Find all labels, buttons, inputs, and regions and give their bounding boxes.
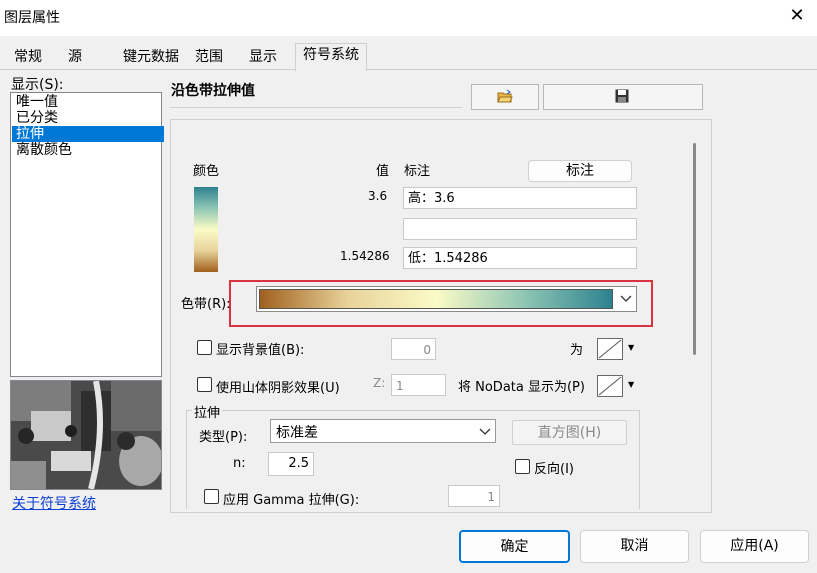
high-label-field[interactable]: 高：3.6 [403, 187, 637, 209]
about-symbology-link[interactable]: 关于符号系统 [12, 493, 96, 513]
tab-extent[interactable]: 范围 [191, 46, 227, 68]
cancel-button[interactable]: 取消 [580, 530, 689, 563]
list-item[interactable]: 唯一值 [15, 94, 58, 110]
save-button[interactable] [543, 84, 703, 110]
symbology-preview-image [10, 380, 162, 490]
floppy-disk-icon [615, 89, 629, 103]
mid-label-field[interactable] [403, 218, 637, 240]
tab-key-metadata[interactable]: 键元数据 [119, 46, 183, 68]
color-ramp-label: 色带(R): [181, 297, 231, 312]
invert-label: 反向(I) [534, 462, 574, 477]
list-item[interactable]: 已分类 [15, 110, 58, 126]
histogram-button[interactable]: 直方图(H) [512, 420, 627, 445]
list-item-selected[interactable]: 拉伸 [12, 126, 164, 142]
hillshade-checkbox[interactable] [197, 377, 212, 392]
z-value-field[interactable]: 1 [391, 374, 446, 396]
tab-symbology[interactable]: 符号系统 [295, 43, 367, 71]
as-label: 为 [570, 343, 584, 358]
color-ramp-select[interactable] [256, 286, 637, 312]
color-ramp-swatch [259, 289, 613, 309]
gamma-checkbox[interactable] [204, 489, 219, 504]
low-label-field[interactable]: 低：1.54286 [403, 247, 637, 269]
list-item[interactable]: 离散颜色 [15, 142, 72, 158]
close-icon[interactable]: ✕ [787, 6, 807, 26]
chevron-down-icon [620, 295, 632, 302]
window-title: 图层属性 [4, 10, 60, 26]
tab-strip-divider [0, 69, 817, 70]
background-checkbox[interactable] [197, 340, 212, 355]
label-header: 标注 [404, 164, 431, 179]
n-value-field[interactable]: 2.5 [268, 452, 314, 476]
label-button[interactable]: 标注 [528, 160, 632, 182]
nodata-color-swatch[interactable] [597, 375, 623, 397]
value-header: 值 [376, 164, 390, 179]
stretch-type-value: 标准差 [276, 425, 318, 441]
apply-button[interactable]: 应用(A) [700, 530, 809, 563]
chevron-down-icon[interactable]: ▼ [628, 380, 634, 389]
chevron-down-icon [479, 428, 491, 435]
color-ramp-preview [194, 187, 218, 272]
ok-button[interactable]: 确定 [459, 530, 570, 563]
chevron-down-icon[interactable]: ▼ [628, 343, 634, 352]
hillshade-label: 使用山体阴影效果(U) [216, 381, 340, 396]
high-value: 3.6 [368, 189, 388, 203]
z-label: Z: [373, 376, 386, 390]
open-button[interactable] [471, 84, 539, 110]
invert-checkbox[interactable] [515, 459, 530, 474]
stretch-group-label: 拉伸 [192, 402, 223, 421]
section-title: 沿色带拉伸值 [171, 83, 255, 99]
n-label: n: [233, 456, 246, 471]
color-header: 颜色 [193, 164, 220, 179]
show-label: 显示(S): [11, 77, 64, 93]
tab-general[interactable]: 常规 [10, 46, 46, 68]
background-label: 显示背景值(B): [216, 343, 305, 358]
background-value-field[interactable]: 0 [391, 338, 436, 360]
render-type-list[interactable]: 唯一值 已分类 拉伸 离散颜色 [10, 92, 164, 377]
low-value: 1.54286 [340, 249, 390, 263]
nodata-label: 将 NoData 显示为(P) [458, 380, 585, 395]
title-bar [0, 0, 817, 36]
gamma-value-field[interactable]: 1 [448, 485, 500, 507]
stretch-type-select[interactable]: 标准差 [270, 419, 496, 443]
background-color-swatch[interactable] [597, 338, 623, 360]
dialog-footer [0, 513, 817, 573]
stretch-type-label: 类型(P): [199, 430, 248, 445]
section-title-underline [170, 107, 462, 108]
folder-open-icon [497, 89, 513, 103]
gamma-label: 应用 Gamma 拉伸(G): [223, 493, 360, 508]
tab-display[interactable]: 显示 [245, 46, 281, 68]
tab-source[interactable]: 源 [64, 46, 86, 68]
panel-scrollbar[interactable] [693, 143, 696, 355]
